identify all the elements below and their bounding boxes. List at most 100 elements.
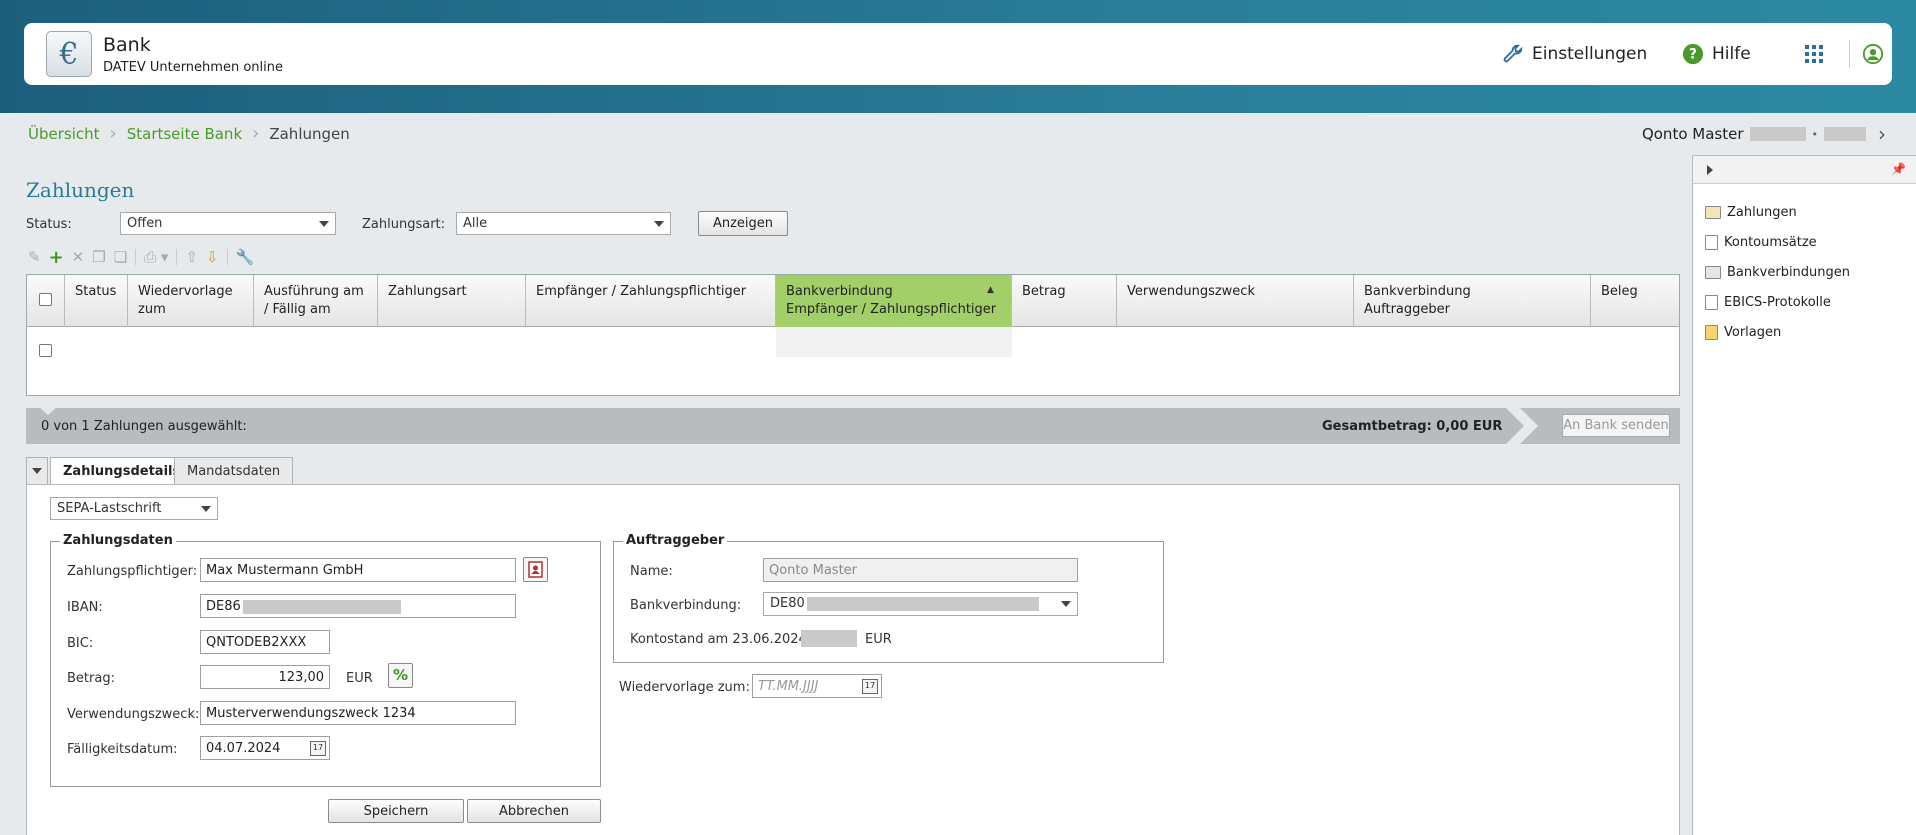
collapse-toggle[interactable] (26, 457, 48, 484)
show-button[interactable]: Anzeigen (698, 211, 788, 236)
mandant-name: Qonto Master (1641, 125, 1744, 143)
zahlungsdaten-legend: Zahlungsdaten (60, 533, 176, 548)
column-payment-type[interactable]: Zahlungsart (378, 275, 526, 327)
help-label: Hilfe (1712, 44, 1751, 64)
main-content: Zahlungen Status: Offen Zahlungsart: All… (0, 150, 1690, 835)
move-down-icon[interactable]: ⇩ (206, 248, 219, 266)
cancel-button[interactable]: Abbrechen (467, 799, 601, 823)
column-execution-date[interactable]: Ausführung am / Fällig am (254, 275, 378, 327)
wrench-icon (1503, 44, 1523, 63)
sidebar-item-transactions[interactable]: Kontoumsätze (1705, 235, 1817, 250)
column-purpose[interactable]: Verwendungszweck (1117, 275, 1354, 327)
purpose-input[interactable]: Musterverwendungszweck 1234 (200, 701, 516, 725)
tools-icon[interactable]: 🔧 (236, 248, 255, 266)
chevron-down-icon (32, 468, 42, 474)
settings-button[interactable]: Einstellungen (1502, 43, 1647, 65)
type-filter-select[interactable]: Alle (456, 212, 671, 235)
svg-text:?: ? (1689, 47, 1697, 63)
grid-header: Status Wiedervorlage zum Ausführung am /… (27, 275, 1679, 327)
zahlungsdaten-group: Zahlungsdaten Zahlungspflichtiger: Max M… (50, 533, 601, 787)
payer-input[interactable]: Max Mustermann GmbH (200, 558, 516, 582)
tab-payment-details[interactable]: Zahlungsdetails (50, 457, 194, 484)
name-input: Qonto Master (763, 558, 1078, 582)
sidebar-item-ebics-logs[interactable]: EBICS-Protokolle (1705, 295, 1831, 310)
currency-label: EUR (346, 671, 373, 686)
templates-icon (1705, 325, 1718, 340)
transactions-icon (1705, 235, 1718, 250)
add-icon[interactable]: + (49, 247, 64, 268)
breadcrumb-current: Zahlungen (269, 124, 350, 143)
app-title: Bank (103, 34, 151, 56)
chevron-down-icon (1061, 601, 1071, 607)
payments-grid: Status Wiedervorlage zum Ausführung am /… (26, 274, 1680, 396)
auftraggeber-legend: Auftraggeber (623, 533, 728, 548)
selection-text: 0 von 1 Zahlungen ausgewählt: (41, 419, 247, 434)
payer-label: Zahlungspflichtiger: (67, 564, 198, 579)
edit-icon[interactable]: ✎ (28, 248, 41, 266)
iban-input[interactable]: DE86 (200, 594, 516, 618)
breadcrumb-overview[interactable]: Übersicht (28, 125, 100, 143)
right-sidebar: 📌 Zahlungen Kontoumsätze Bankverbindunge… (1692, 155, 1916, 835)
breadcrumb-bank-home[interactable]: Startseite Bank (127, 125, 242, 143)
apps-grid-button[interactable] (1804, 44, 1824, 64)
duplicate-icon[interactable]: ❏ (114, 248, 127, 266)
arrow-separator-icon (1506, 408, 1538, 444)
amount-label: Betrag: (67, 671, 115, 686)
row-checkbox[interactable] (39, 344, 52, 357)
delete-icon[interactable]: ✕ (72, 248, 85, 266)
status-filter-select[interactable]: Offen (120, 212, 336, 235)
column-payee[interactable]: Empfänger / Zahlungspflichtiger (526, 275, 776, 327)
selection-status-bar: 0 von 1 Zahlungen ausgewählt: Gesamtbetr… (26, 408, 1680, 444)
bic-input[interactable]: QNTODEB2XXX (200, 630, 330, 654)
redacted-value (1824, 127, 1866, 141)
bank-account-select[interactable]: DE80 (763, 592, 1078, 616)
payment-details-panel: SEPA-Lastschrift Zahlungsdaten Zahlungsp… (26, 484, 1680, 835)
send-to-bank-button[interactable]: An Bank senden (1562, 414, 1670, 437)
page-title: Zahlungen (26, 178, 135, 202)
tab-mandate-data[interactable]: Mandatsdaten (174, 457, 294, 484)
expand-icon[interactable] (1707, 165, 1713, 175)
auftraggeber-group: Auftraggeber Name: Qonto Master Bankverb… (613, 533, 1164, 663)
redacted-value (1749, 127, 1806, 141)
column-payee-bank[interactable]: Bankverbindung Empfänger / Zahlungspflic… (776, 275, 1012, 327)
help-button[interactable]: ? Hilfe (1682, 43, 1751, 65)
balance-label: Kontostand am 23.06.2024: (630, 632, 812, 647)
calendar-icon[interactable]: 17 (310, 741, 326, 756)
sidebar-header: 📌 (1693, 156, 1916, 184)
save-button[interactable]: Speichern (328, 799, 464, 823)
select-all-checkbox[interactable] (39, 293, 52, 306)
calendar-icon[interactable]: 17 (862, 679, 878, 694)
purpose-label: Verwendungszweck: (67, 707, 200, 722)
grid-toolbar: ✎ + ✕ ❐ ❏ ⎙ ▾ ⇧ ⇩ 🔧 (28, 246, 254, 268)
bank-logo-icon[interactable]: € (46, 31, 92, 77)
chevron-down-icon (201, 506, 211, 512)
move-up-icon[interactable]: ⇧ (185, 248, 198, 266)
copy-icon[interactable]: ❐ (92, 248, 105, 266)
table-row[interactable] (27, 327, 1679, 357)
mandant-selector[interactable]: Qonto Master • › (1642, 122, 1886, 146)
print-icon[interactable]: ⎙ ▾ (144, 248, 168, 266)
sidebar-item-bank-connections[interactable]: Bankverbindungen (1705, 265, 1850, 280)
chevron-down-icon (319, 221, 329, 227)
amount-input[interactable]: 123,00 (200, 665, 330, 689)
address-book-button[interactable] (523, 557, 548, 582)
iban-label: IBAN: (67, 600, 103, 615)
toolbar-divider (135, 249, 137, 265)
column-document[interactable]: Beleg (1591, 275, 1679, 327)
percent-icon[interactable]: % (388, 663, 413, 688)
pin-icon[interactable]: 📌 (1891, 162, 1906, 176)
redacted-value (242, 599, 401, 614)
column-originator-bank[interactable]: Bankverbindung Auftraggeber (1354, 275, 1591, 327)
due-date-label: Fälligkeitsdatum: (67, 742, 178, 757)
type-filter-label: Zahlungsart: (362, 217, 446, 232)
sidebar-item-payments[interactable]: Zahlungen (1705, 205, 1797, 220)
user-profile-button[interactable] (1862, 43, 1884, 65)
chevron-right-icon: › (109, 123, 117, 144)
payment-type-select[interactable]: SEPA-Lastschrift (50, 497, 218, 520)
column-status[interactable]: Status (65, 275, 128, 327)
chevron-right-icon[interactable]: › (1878, 122, 1886, 146)
column-resubmit[interactable]: Wiedervorlage zum (128, 275, 254, 327)
help-icon: ? (1682, 43, 1704, 65)
column-amount[interactable]: Betrag (1012, 275, 1117, 327)
sidebar-item-templates[interactable]: Vorlagen (1705, 325, 1781, 340)
